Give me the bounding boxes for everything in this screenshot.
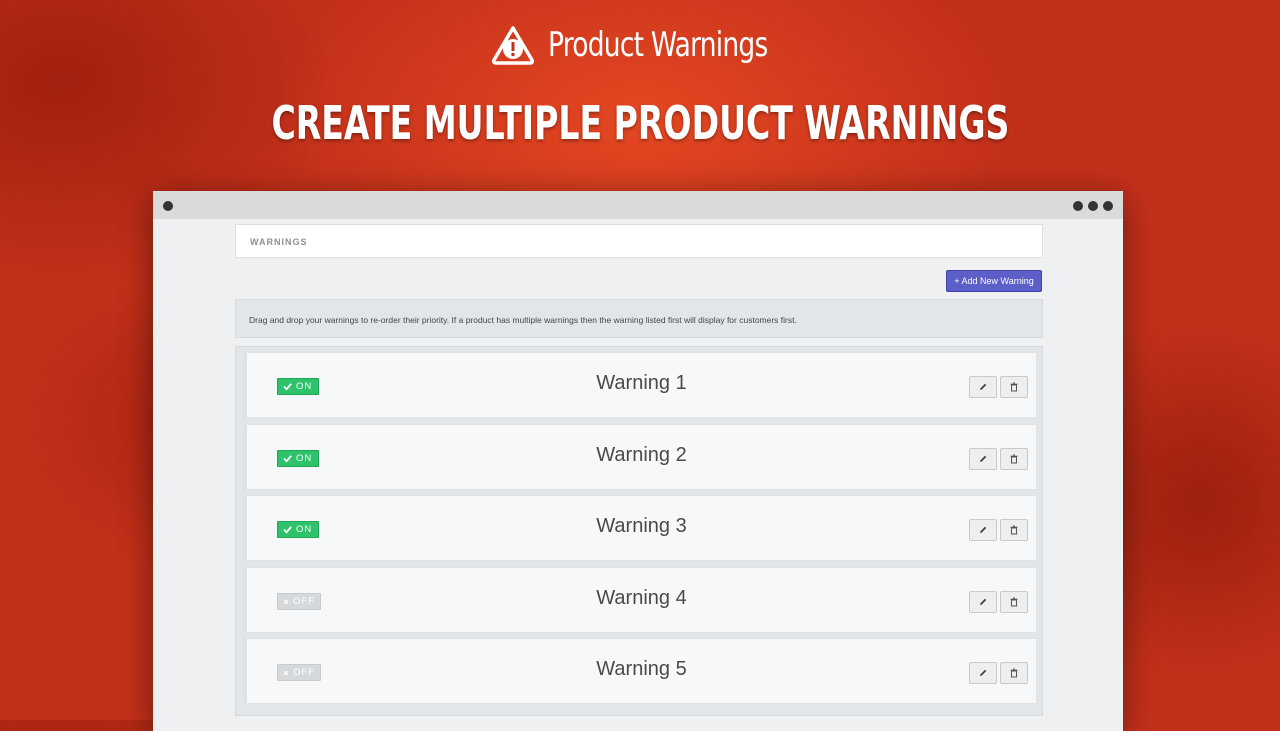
delete-button[interactable] [1000, 376, 1028, 398]
add-new-warning-button[interactable]: + Add New Warning [946, 270, 1042, 292]
trash-icon [1010, 454, 1018, 464]
edit-button[interactable] [969, 591, 997, 613]
warning-row[interactable]: ON Warning 1 [243, 352, 1037, 418]
window-dot-icon [163, 201, 173, 211]
window-dot-icon [1088, 201, 1098, 211]
edit-button[interactable] [969, 376, 997, 398]
panel-title: WARNINGS [250, 237, 308, 247]
delete-button[interactable] [1000, 662, 1028, 684]
warning-triangle-icon [492, 26, 535, 65]
delete-button[interactable] [1000, 591, 1028, 613]
edit-button[interactable] [969, 519, 997, 541]
warning-name: Warning 3 [596, 515, 687, 537]
trash-icon [1010, 597, 1018, 607]
pencil-icon [980, 455, 987, 462]
delete-button[interactable] [1000, 519, 1028, 541]
edit-button[interactable] [969, 662, 997, 684]
pencil-icon [980, 383, 987, 390]
warning-row[interactable]: OFF Warning 5 [243, 638, 1037, 704]
window-dot-icon [1073, 201, 1083, 211]
warning-row[interactable]: OFF Warning 4 [243, 567, 1037, 633]
brand: Product Warnings [0, 22, 1280, 68]
pencil-icon [980, 669, 987, 676]
pencil-icon [980, 598, 987, 605]
trash-icon [1010, 382, 1018, 392]
trash-icon [1010, 525, 1018, 535]
warning-name: Warning 2 [596, 444, 687, 466]
headline-text: CREATE MULTIPLE PRODUCT WARNINGS [271, 96, 1009, 150]
trash-icon [1010, 668, 1018, 678]
brand-name: Product Warnings [548, 25, 768, 65]
warning-name: Warning 1 [596, 372, 687, 394]
warning-row[interactable]: ON Warning 3 [243, 495, 1037, 561]
window-dot-icon [1103, 201, 1113, 211]
warnings-list: ON Warning 1 ON Warning 2 ON Warning 3 O… [235, 346, 1043, 716]
notice-box: Drag and drop your warnings to re-order … [235, 299, 1043, 338]
edit-button[interactable] [969, 448, 997, 470]
warning-name: Warning 5 [596, 658, 687, 680]
headline: CREATE MULTIPLE PRODUCT WARNINGS [0, 96, 1280, 150]
pencil-icon [980, 526, 987, 533]
warning-name: Warning 4 [596, 587, 687, 609]
window-titlebar [153, 191, 1123, 219]
notice-text: Drag and drop your warnings to re-order … [249, 315, 797, 325]
panel-header: WARNINGS [235, 224, 1043, 258]
delete-button[interactable] [1000, 448, 1028, 470]
app-window: WARNINGS + Add New Warning Drag and drop… [153, 191, 1123, 731]
warning-row[interactable]: ON Warning 2 [243, 424, 1037, 490]
